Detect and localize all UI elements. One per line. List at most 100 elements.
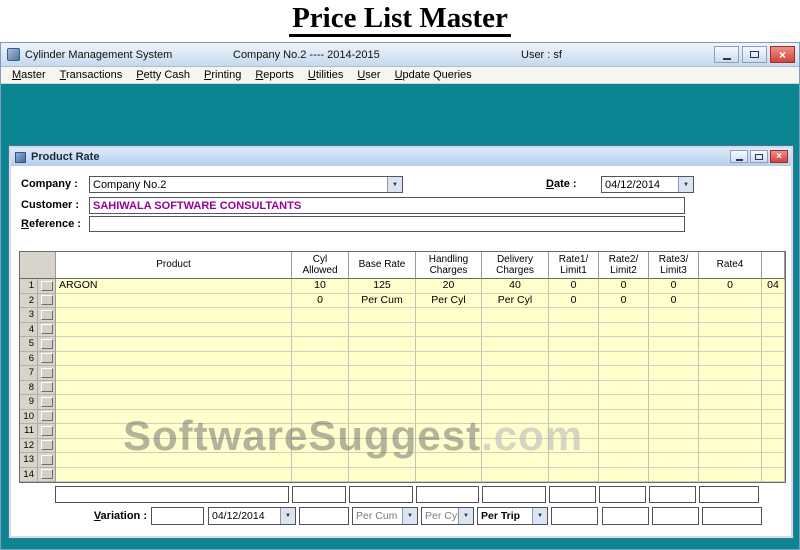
menu-item-user[interactable]: User bbox=[350, 68, 387, 82]
grid-cell[interactable] bbox=[762, 424, 785, 439]
footer-box-cyl[interactable] bbox=[292, 486, 346, 503]
chevron-down-icon[interactable] bbox=[458, 508, 473, 524]
grid-cell[interactable] bbox=[599, 409, 649, 424]
grid-cell[interactable]: Per Cum bbox=[349, 293, 416, 308]
grid-cell[interactable] bbox=[416, 409, 482, 424]
grid-cell[interactable] bbox=[762, 453, 785, 468]
grid-cell[interactable] bbox=[549, 366, 599, 381]
footer-box-delivery[interactable] bbox=[482, 486, 546, 503]
chevron-down-icon[interactable] bbox=[678, 177, 693, 192]
row-selector-button[interactable] bbox=[40, 280, 53, 291]
grid-cell[interactable] bbox=[416, 351, 482, 366]
grid-cell[interactable] bbox=[349, 438, 416, 453]
grid-cell[interactable] bbox=[482, 395, 549, 410]
grid-cell[interactable] bbox=[699, 366, 762, 381]
grid-cell[interactable]: 0 bbox=[599, 293, 649, 308]
grid-cell[interactable] bbox=[482, 453, 549, 468]
grid-cell[interactable] bbox=[482, 337, 549, 352]
footer-box-base[interactable] bbox=[349, 486, 413, 503]
grid-cell[interactable] bbox=[649, 380, 699, 395]
product-cell[interactable] bbox=[56, 395, 292, 410]
footer-box-handling[interactable] bbox=[416, 486, 479, 503]
grid-cell[interactable] bbox=[762, 438, 785, 453]
minimize-button[interactable] bbox=[714, 46, 739, 63]
grid-cell[interactable] bbox=[649, 366, 699, 381]
grid-cell[interactable] bbox=[482, 380, 549, 395]
grid-cell[interactable] bbox=[762, 366, 785, 381]
grid-cell[interactable]: 0 bbox=[649, 293, 699, 308]
grid-cell[interactable] bbox=[482, 366, 549, 381]
grid-cell[interactable] bbox=[416, 308, 482, 323]
grid-cell[interactable]: Per Cyl bbox=[416, 293, 482, 308]
product-cell[interactable] bbox=[56, 453, 292, 468]
menu-item-transactions[interactable]: Transactions bbox=[53, 68, 130, 82]
footer-box-product[interactable] bbox=[55, 486, 289, 503]
chevron-down-icon[interactable] bbox=[280, 508, 295, 524]
row-selector-button[interactable] bbox=[40, 454, 53, 465]
grid-cell[interactable] bbox=[349, 380, 416, 395]
row-selector-button[interactable] bbox=[40, 309, 53, 320]
grid-cell[interactable] bbox=[599, 467, 649, 482]
dialog-maximize-button[interactable] bbox=[750, 150, 768, 163]
grid-cell[interactable] bbox=[549, 337, 599, 352]
grid-cell[interactable] bbox=[349, 366, 416, 381]
grid-cell[interactable] bbox=[599, 308, 649, 323]
unit-per-trip-combobox[interactable]: Per Trip bbox=[477, 507, 548, 525]
grid-cell[interactable] bbox=[599, 366, 649, 381]
grid-cell[interactable] bbox=[482, 438, 549, 453]
date-combobox[interactable]: 04/12/2014 bbox=[601, 176, 694, 193]
company-combobox[interactable]: Company No.2 bbox=[89, 176, 403, 193]
chevron-down-icon[interactable] bbox=[387, 177, 402, 192]
product-cell[interactable] bbox=[56, 351, 292, 366]
grid-cell[interactable] bbox=[599, 424, 649, 439]
grid-cell[interactable] bbox=[699, 467, 762, 482]
grid-cell[interactable] bbox=[649, 424, 699, 439]
grid-cell[interactable] bbox=[416, 467, 482, 482]
maximize-button[interactable] bbox=[742, 46, 767, 63]
unit-per-cum-combobox[interactable]: Per Cum bbox=[352, 507, 418, 525]
grid-cell[interactable] bbox=[762, 293, 785, 308]
product-cell[interactable] bbox=[56, 308, 292, 323]
menu-item-update-queries[interactable]: Update Queries bbox=[388, 68, 479, 82]
customer-field[interactable]: SAHIWALA SOFTWARE CONSULTANTS bbox=[89, 197, 685, 214]
grid-cell[interactable] bbox=[292, 453, 349, 468]
unit-per-cyl-combobox[interactable]: Per Cyl bbox=[421, 507, 474, 525]
grid-cell[interactable] bbox=[699, 322, 762, 337]
grid-cell[interactable] bbox=[416, 424, 482, 439]
footer-box-rate3[interactable] bbox=[649, 486, 696, 503]
product-cell[interactable] bbox=[56, 438, 292, 453]
grid-cell[interactable] bbox=[292, 409, 349, 424]
grid-cell[interactable] bbox=[416, 322, 482, 337]
row-selector-button[interactable] bbox=[40, 353, 53, 364]
grid-cell[interactable] bbox=[599, 351, 649, 366]
chevron-down-icon[interactable] bbox=[532, 508, 547, 524]
variation-rate4-box[interactable] bbox=[702, 507, 762, 525]
grid-cell[interactable] bbox=[699, 453, 762, 468]
grid-cell[interactable] bbox=[699, 380, 762, 395]
grid-cell[interactable] bbox=[349, 308, 416, 323]
row-selector-button[interactable] bbox=[40, 324, 53, 335]
grid-cell[interactable] bbox=[699, 308, 762, 323]
chevron-down-icon[interactable] bbox=[402, 508, 417, 524]
grid-cell[interactable] bbox=[292, 424, 349, 439]
grid-cell[interactable] bbox=[649, 322, 699, 337]
grid-cell[interactable] bbox=[416, 395, 482, 410]
grid-cell[interactable] bbox=[549, 453, 599, 468]
grid-cell[interactable] bbox=[649, 337, 699, 352]
grid-cell[interactable] bbox=[699, 424, 762, 439]
grid-cell[interactable]: 125 bbox=[349, 279, 416, 294]
variation-date-combobox[interactable]: 04/12/2014 bbox=[208, 507, 296, 525]
product-cell[interactable] bbox=[56, 322, 292, 337]
grid-cell[interactable] bbox=[699, 395, 762, 410]
close-button[interactable] bbox=[770, 46, 795, 63]
grid-cell[interactable] bbox=[762, 380, 785, 395]
menu-item-reports[interactable]: Reports bbox=[248, 68, 301, 82]
grid-cell[interactable] bbox=[416, 366, 482, 381]
grid-cell[interactable] bbox=[762, 322, 785, 337]
grid-cell[interactable] bbox=[649, 453, 699, 468]
product-cell[interactable] bbox=[56, 467, 292, 482]
grid-cell[interactable] bbox=[416, 337, 482, 352]
grid-cell[interactable] bbox=[292, 380, 349, 395]
grid-cell[interactable] bbox=[599, 380, 649, 395]
grid-cell[interactable] bbox=[549, 380, 599, 395]
